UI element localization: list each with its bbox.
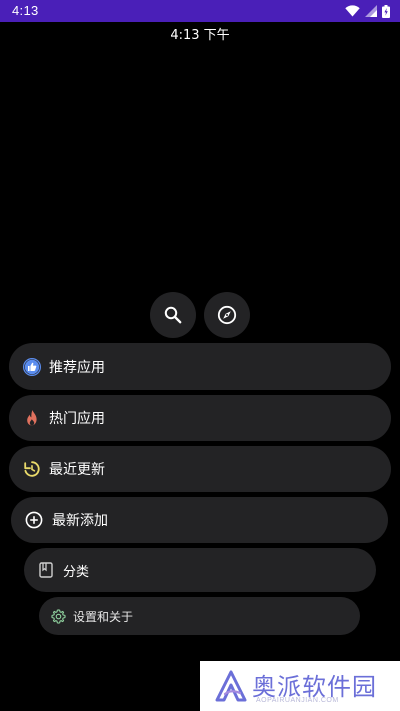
menu-item-hot-apps[interactable]: 热门应用 xyxy=(9,395,391,441)
menu-item-categories[interactable]: 分类 xyxy=(24,548,376,592)
book-icon xyxy=(38,562,54,578)
search-icon xyxy=(164,306,182,324)
wifi-icon xyxy=(345,5,360,17)
status-time: 4:13 xyxy=(12,3,39,18)
menu-item-recommended-apps[interactable]: 推荐应用 xyxy=(9,343,391,390)
search-button[interactable] xyxy=(150,292,196,338)
menu-item-label: 设置和关于 xyxy=(73,609,134,624)
menu-item-label: 推荐应用 xyxy=(49,359,105,376)
watermark-subtext: AOPAIRUANJIAN.COM xyxy=(256,697,339,704)
menu-item-recently-updated[interactable]: 最近更新 xyxy=(9,446,391,492)
battery-icon xyxy=(382,4,390,18)
clock: 4:13 下午 xyxy=(170,28,230,43)
thumbs-up-icon xyxy=(23,357,41,376)
status-bar: 4:13 xyxy=(0,0,400,22)
menu-item-newly-added[interactable]: 最新添加 xyxy=(11,497,388,543)
gear-icon xyxy=(51,608,66,624)
menu-item-settings-about[interactable]: 设置和关于 xyxy=(39,597,360,635)
menu-item-label: 分类 xyxy=(63,564,90,580)
explore-button[interactable] xyxy=(204,292,250,338)
watermark-logo-icon xyxy=(215,670,247,702)
status-icons xyxy=(345,4,390,18)
menu-item-label: 最新添加 xyxy=(52,513,108,529)
menu-item-label: 最近更新 xyxy=(49,462,105,478)
signal-icon xyxy=(365,5,377,17)
watermark: 奥派软件园 AOPAIRUANJIAN.COM xyxy=(200,661,400,711)
refresh-icon xyxy=(23,460,41,478)
add-circle-icon xyxy=(25,511,43,529)
menu-item-label: 热门应用 xyxy=(49,411,105,427)
flame-icon xyxy=(23,409,41,427)
compass-icon xyxy=(217,305,237,325)
